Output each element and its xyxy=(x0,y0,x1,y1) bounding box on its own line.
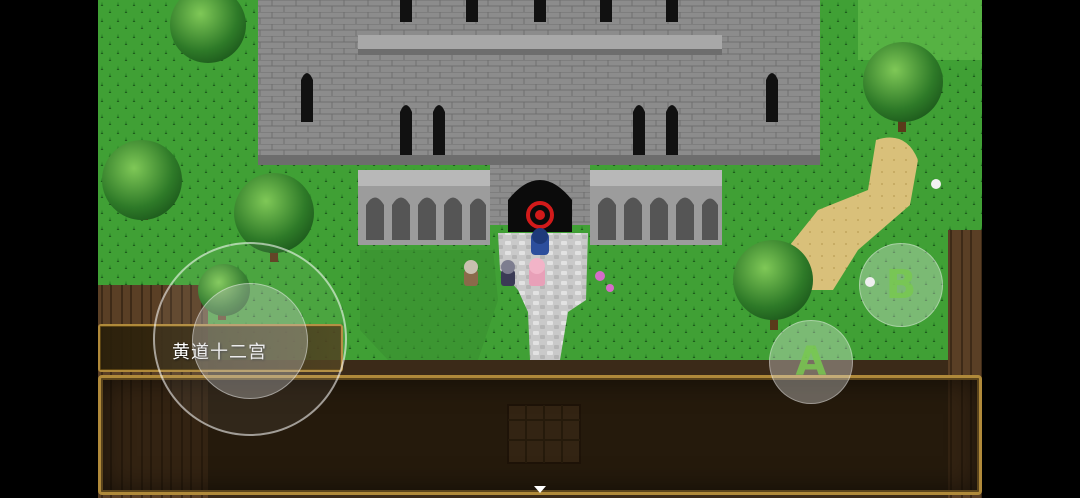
flower xyxy=(595,271,605,281)
b-button[interactable]: B xyxy=(859,243,943,327)
b-button-label: B xyxy=(885,262,917,308)
a-button-label: A xyxy=(795,339,827,385)
joystick-knob[interactable] xyxy=(192,283,308,399)
a-button[interactable]: A xyxy=(769,320,853,404)
next-page-arrow-icon[interactable] xyxy=(534,486,546,493)
